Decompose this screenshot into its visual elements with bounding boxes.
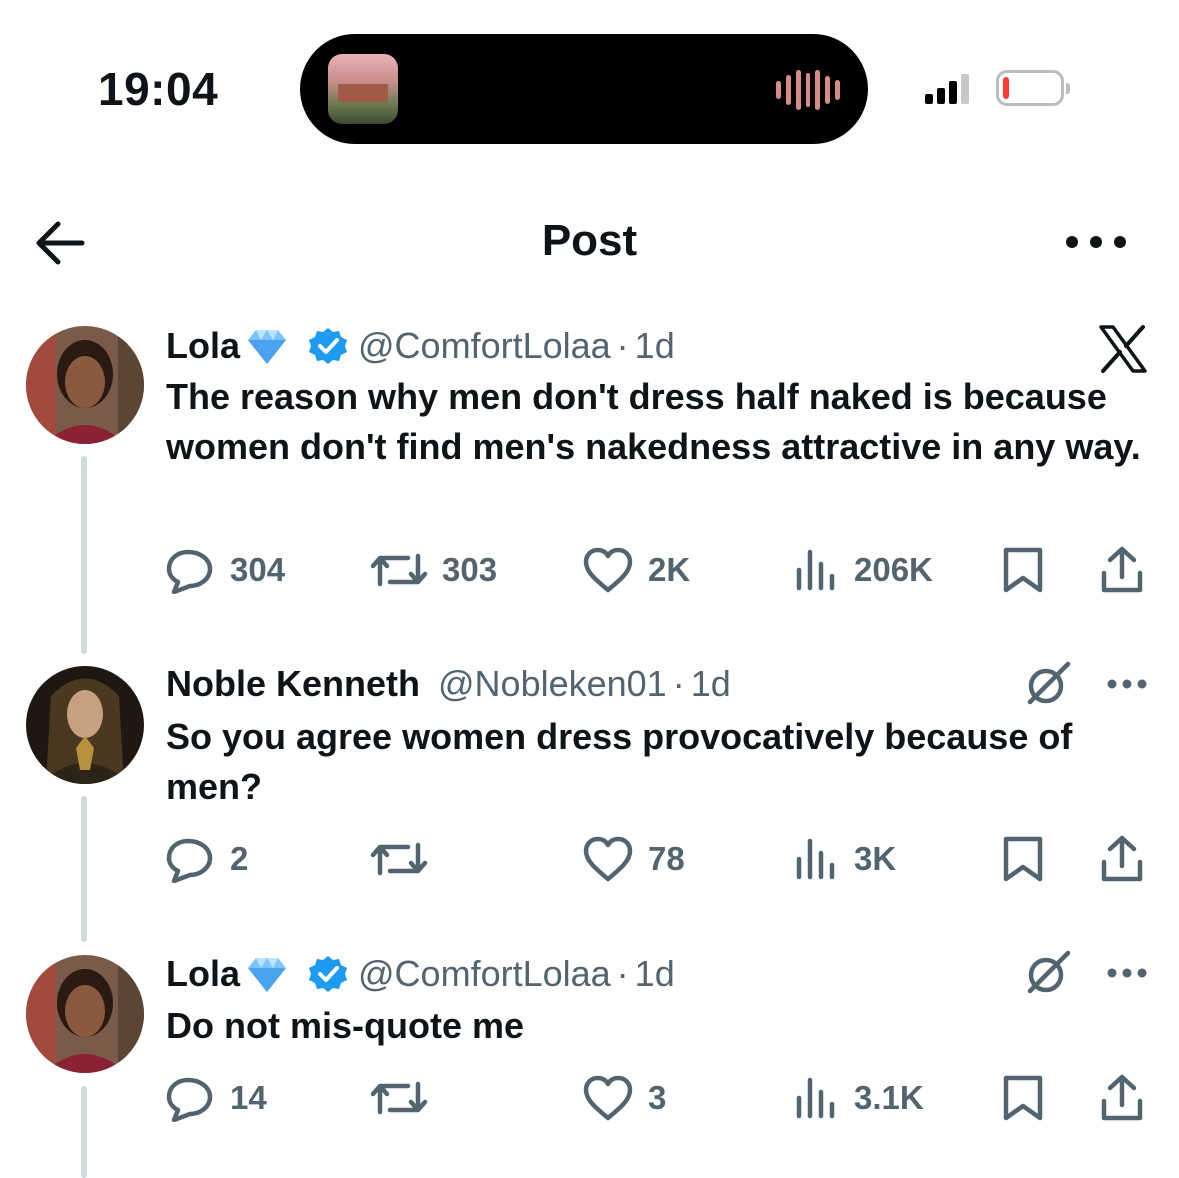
- tweet-header: Noble Kenneth @Nobleken01 · 1d: [166, 661, 731, 707]
- timestamp[interactable]: 1d: [635, 953, 675, 995]
- author-name[interactable]: Lola: [166, 325, 240, 367]
- avatar[interactable]: [26, 666, 144, 784]
- bookmark-icon: [1003, 547, 1043, 593]
- share-button[interactable]: [1098, 834, 1146, 884]
- author-name[interactable]: Lola: [166, 953, 240, 995]
- author-handle[interactable]: @ComfortLolaa: [358, 953, 611, 995]
- share-icon: [1101, 546, 1143, 593]
- repost-icon: [370, 1081, 428, 1115]
- tweet-text: Do not mis-quote me: [166, 1005, 524, 1046]
- separator-dot: ·: [616, 953, 629, 994]
- heart-icon: [583, 547, 633, 593]
- share-icon: [1101, 1074, 1143, 1121]
- share-icon: [1101, 835, 1143, 882]
- tweet-actions: 14 3 3.1K: [164, 1073, 1154, 1123]
- tweet-text: The reason why men don't dress half nake…: [166, 376, 1141, 467]
- verified-badge-icon[interactable]: [306, 954, 350, 994]
- author-name[interactable]: Noble Kenneth: [166, 663, 420, 705]
- tweet-header: Lola @ComfortLolaa · 1d: [166, 323, 675, 369]
- views-button[interactable]: 3.1K: [794, 1073, 924, 1123]
- reply-button[interactable]: 2: [164, 834, 248, 884]
- author-handle[interactable]: @Nobleken01: [438, 663, 667, 705]
- cellular-signal-icon: [925, 72, 969, 104]
- heart-icon: [583, 1075, 633, 1121]
- views-button[interactable]: 206K: [794, 545, 933, 595]
- tweet-text: So you agree women dress provocatively b…: [166, 716, 1073, 807]
- bookmark-icon: [1003, 1075, 1043, 1121]
- heart-icon: [583, 836, 633, 882]
- bookmark-button[interactable]: [1000, 1073, 1046, 1123]
- thread-line: [81, 456, 87, 654]
- avatar[interactable]: [26, 326, 144, 444]
- like-button[interactable]: 3: [582, 1073, 666, 1123]
- diamond-emoji: [248, 958, 287, 992]
- tweet-actions: 304 303 2K 206K: [164, 545, 1154, 595]
- timestamp[interactable]: 1d: [691, 663, 731, 705]
- reply-count: 304: [230, 551, 286, 588]
- separator-dot: ·: [672, 663, 685, 704]
- reply-count: 2: [230, 840, 249, 877]
- timestamp[interactable]: 1d: [635, 325, 675, 367]
- reply-button[interactable]: 14: [164, 1073, 267, 1123]
- verified-badge-icon[interactable]: [306, 326, 350, 366]
- view-count: 3K: [854, 840, 897, 877]
- status-time: 19:04: [98, 63, 219, 115]
- views-chart-icon: [796, 838, 835, 880]
- bookmark-button[interactable]: [1000, 834, 1046, 884]
- share-button[interactable]: [1098, 1073, 1146, 1123]
- tweet-header: Lola @ComfortLolaa · 1d: [166, 951, 675, 997]
- reply-button[interactable]: 304: [164, 545, 285, 595]
- grok-icon[interactable]: [1024, 949, 1072, 997]
- audio-waveform-icon: [776, 70, 841, 110]
- view-count: 3.1K: [854, 1079, 924, 1116]
- battery-icon: [996, 70, 1070, 106]
- like-count: 78: [648, 840, 685, 877]
- like-count: 3: [648, 1079, 667, 1116]
- x-logo-icon: [1099, 325, 1147, 373]
- avatar[interactable]: [26, 955, 144, 1073]
- repost-button[interactable]: [370, 834, 442, 884]
- views-chart-icon: [796, 1077, 835, 1119]
- repost-button[interactable]: [370, 1073, 442, 1123]
- reply-count: 14: [230, 1079, 267, 1116]
- reply-icon: [166, 1077, 213, 1122]
- thread-line: [81, 796, 87, 942]
- more-horizontal-icon[interactable]: [1106, 677, 1148, 691]
- repost-icon: [370, 842, 428, 876]
- page-title: Post: [541, 216, 638, 265]
- battery-level: [1003, 77, 1009, 99]
- thread-line: [81, 1086, 87, 1178]
- view-count: 206K: [854, 551, 933, 588]
- like-button[interactable]: 2K: [582, 545, 690, 595]
- repost-count: 303: [442, 551, 498, 588]
- separator-dot: ·: [616, 325, 629, 366]
- reply-icon: [166, 838, 213, 883]
- tweet-actions: 2 78 3K: [164, 834, 1154, 884]
- bookmark-icon: [1003, 836, 1043, 882]
- views-chart-icon: [796, 549, 835, 591]
- more-horizontal-icon[interactable]: [1064, 232, 1128, 252]
- share-button[interactable]: [1098, 545, 1146, 595]
- diamond-emoji: [248, 330, 287, 364]
- reply-icon: [166, 549, 213, 594]
- author-handle[interactable]: @ComfortLolaa: [358, 325, 611, 367]
- repost-icon: [370, 553, 428, 587]
- grok-icon[interactable]: [1024, 660, 1072, 708]
- more-horizontal-icon[interactable]: [1106, 966, 1148, 980]
- repost-button[interactable]: 303: [370, 545, 497, 595]
- like-button[interactable]: 78: [582, 834, 685, 884]
- views-button[interactable]: 3K: [794, 834, 896, 884]
- dynamic-island[interactable]: [300, 34, 868, 144]
- now-playing-thumbnail[interactable]: [328, 54, 398, 124]
- bookmark-button[interactable]: [1000, 545, 1046, 595]
- like-count: 2K: [648, 551, 691, 588]
